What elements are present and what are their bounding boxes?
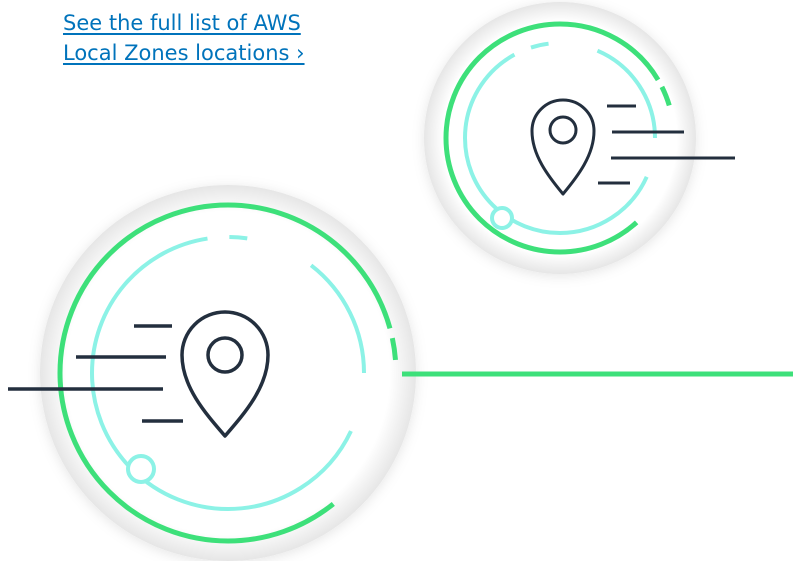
illustration [8,2,793,561]
large-ring-node [126,454,156,484]
small-location-badge [424,2,735,274]
small-ring-node [490,206,514,230]
large-location-badge [8,185,416,561]
